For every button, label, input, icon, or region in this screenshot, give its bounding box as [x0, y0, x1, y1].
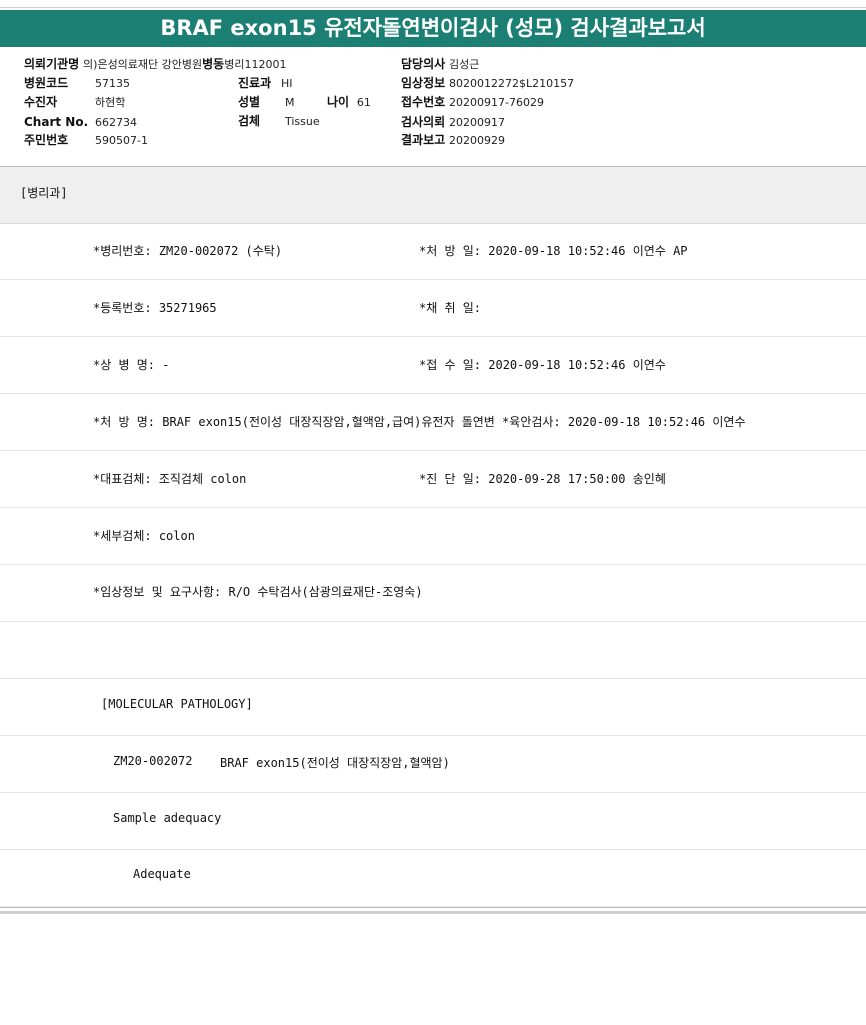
age-value: 61 [356, 96, 371, 109]
section-header [0, 166, 866, 224]
sex-value: M [285, 96, 295, 109]
receipt-no-label: 접수번호 [401, 95, 446, 109]
specimen: 검체 [238, 114, 260, 129]
chart-value: 662734 [95, 116, 137, 129]
doctor-value: 김성근 [449, 58, 480, 71]
chart-label-wrap: Chart No. [24, 115, 88, 130]
age: 나이 61 [327, 95, 371, 110]
blank-row [0, 622, 866, 679]
molecular-section: [MOLECULAR PATHOLOGY] [101, 697, 253, 711]
report-date-label: 결과보고 [401, 133, 446, 147]
report-title: BRAF exon15 유전자돌연변이검사 (성모) 검사결과보고서 [0, 10, 866, 47]
clinical-info-value: 8020012272$L210157 [449, 77, 575, 90]
id-label: 주민번호 [24, 133, 69, 147]
patient-value: 하현학 [95, 96, 126, 109]
referring-org-label: 의뢰기관명 [24, 57, 80, 71]
ward-label: 병동 [202, 57, 225, 71]
doctor-label: 담당의사 [401, 57, 446, 71]
doctor: 담당의사 김성근 [401, 57, 479, 72]
hospital-code-label: 병원코드 [24, 76, 69, 90]
section-label: [병리과] [20, 186, 68, 200]
detailed-specimen: *세부검체: colon [93, 529, 195, 543]
id-label-wrap: 주민번호 [24, 133, 68, 148]
age-label: 나이 [327, 95, 350, 109]
sex-value-wrap: M [285, 95, 295, 110]
collection-date: *채 취 일: [419, 301, 482, 315]
id-value: 590507-1 [95, 134, 148, 147]
case-id: ZM20-002072 [113, 754, 193, 768]
request-date-label: 검사의뢰 [401, 115, 446, 129]
specimen-value-wrap: Tissue [285, 114, 320, 129]
pathology-number: *병리번호: ZM20-002072 (수탁) [93, 244, 283, 258]
referring-org: 의뢰기관명 의)은성의료재단 강안병원병동병리112001 [24, 57, 286, 72]
bottom-border [0, 911, 866, 914]
adequacy-value: Adequate [133, 867, 191, 881]
clinical-info: 임상정보 8020012272$L210157 [401, 76, 574, 91]
clinical-request: *임상정보 및 요구사항: R/O 수탁검사(삼광의료재단-조영숙) [93, 585, 423, 599]
bottom-divider [0, 907, 866, 908]
dept-label: 진료과 [238, 76, 272, 90]
dept: 진료과 HI [238, 76, 292, 91]
receipt-no-value: 20200917-76029 [449, 96, 544, 109]
id-value-wrap: 590507-1 [95, 133, 148, 148]
test-name: BRAF exon15(전이성 대장직장암,혈액암) [220, 756, 450, 770]
sex-label: 성별 [238, 95, 261, 109]
patient-value-wrap: 하현학 [95, 95, 125, 110]
sex: 성별 [238, 95, 260, 110]
detail-row [0, 850, 866, 907]
prescription-name: *처 방 명: BRAF exon15(전이성 대장직장암,혈액암,급여)유전자… [93, 415, 746, 429]
clinical-info-label: 임상정보 [401, 76, 446, 90]
request-date: 검사의뢰 20200917 [401, 115, 505, 130]
registration-number: *등록번호: 35271965 [93, 301, 217, 315]
diagnosis-date: *진 단 일: 2020-09-28 17:50:00 송인혜 [419, 472, 666, 486]
adequacy-label: Sample adequacy [113, 811, 222, 825]
hospital-code-value: 57135 [95, 77, 130, 90]
representative-specimen: *대표검체: 조직검체 colon [93, 472, 247, 486]
report-date: 결과보고 20200929 [401, 133, 505, 148]
diagnosis-name: *상 병 명: - [93, 358, 170, 372]
receipt-no: 접수번호 20200917-76029 [401, 95, 544, 110]
report-date-value: 20200929 [449, 134, 505, 147]
top-border [0, 0, 866, 8]
patient-label: 수진자 [24, 95, 58, 109]
chart-value-wrap: 662734 [95, 115, 137, 130]
hospital-code-value-wrap: 57135 [95, 76, 130, 91]
patient-label-wrap: 수진자 [24, 95, 57, 110]
ward-value: 병리112001 [224, 58, 287, 71]
dept-value: HI [280, 77, 293, 90]
prescription-date: *처 방 일: 2020-09-18 10:52:46 이연수 AP [419, 244, 688, 258]
hospital-code-label-wrap: 병원코드 [24, 76, 68, 91]
receipt-date: *접 수 일: 2020-09-18 10:52:46 이연수 [419, 358, 666, 372]
specimen-label: 검체 [238, 114, 261, 128]
chart-label: Chart No. [24, 115, 89, 129]
request-date-value: 20200917 [449, 116, 505, 129]
specimen-value: Tissue [285, 115, 320, 128]
referring-org-value: 의)은성의료재단 강안병원 [83, 58, 203, 71]
